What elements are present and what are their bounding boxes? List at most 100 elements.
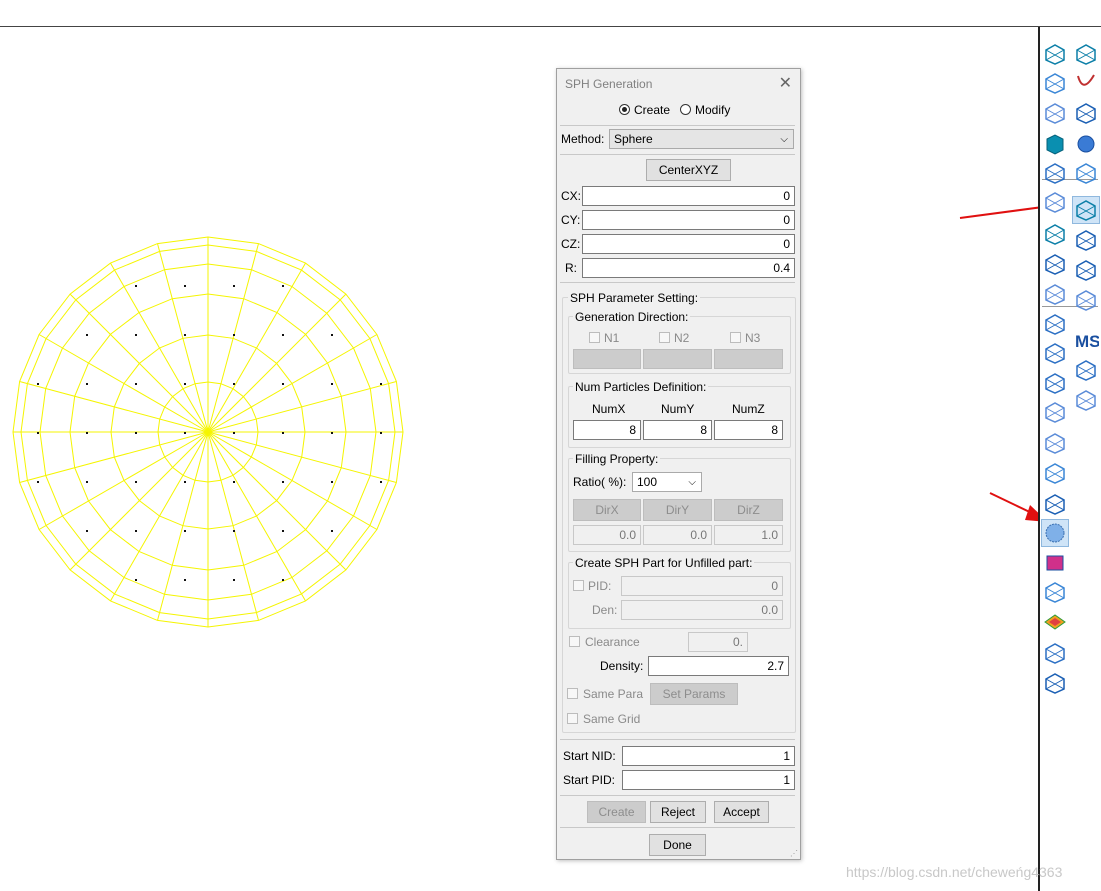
modify-radio[interactable] [680, 104, 691, 115]
sph-particle [282, 579, 284, 581]
sph-particle [331, 481, 333, 483]
same-para-checkbox[interactable] [567, 688, 578, 699]
mesh-edit-icon[interactable] [1073, 287, 1099, 313]
den-label: Den: [592, 603, 618, 617]
n3-checkbox[interactable] [730, 332, 741, 343]
same-grid-label: Same Grid [583, 712, 641, 726]
mesh-tools-icon[interactable] [1073, 257, 1099, 283]
n2-button[interactable] [643, 349, 712, 369]
diry-button[interactable]: DirY [643, 499, 712, 521]
cy-field[interactable]: 0 [582, 210, 795, 230]
sph-mesh-icon[interactable] [1072, 196, 1100, 224]
cz-field[interactable]: 0 [582, 234, 795, 254]
split-icon[interactable] [1042, 491, 1068, 517]
search-mesh-icon[interactable] [1042, 370, 1068, 396]
plane-icon[interactable] [1073, 100, 1099, 126]
node-connect-icon[interactable] [1042, 460, 1068, 486]
stethoscope-icon[interactable] [1073, 357, 1099, 383]
sph-particle [37, 383, 39, 385]
divider [560, 282, 795, 283]
svg-text:MS: MS [1075, 332, 1099, 351]
accept-button[interactable]: Accept [714, 801, 769, 823]
sph-particle [86, 383, 88, 385]
part-info-icon[interactable] [1073, 387, 1099, 413]
mesh-spoke [207, 431, 397, 483]
cube-mesh-icon[interactable] [1042, 430, 1068, 456]
tube-mesh-icon[interactable] [1042, 281, 1068, 307]
create-button[interactable]: Create [587, 801, 646, 823]
grid-mesh-icon[interactable] [1042, 100, 1068, 126]
done-button[interactable]: Done [649, 834, 706, 856]
block-mesh-icon[interactable] [1042, 251, 1068, 277]
pid-checkbox[interactable] [573, 580, 584, 591]
pencil-icon[interactable] [1042, 340, 1068, 366]
sph-particle [135, 481, 137, 483]
start-pid-field[interactable]: 1 [622, 770, 795, 790]
clearance-checkbox[interactable] [569, 636, 580, 647]
contour-icon[interactable] [1042, 609, 1068, 635]
curve-icon[interactable] [1073, 70, 1099, 96]
surface-mesh-icon[interactable] [1042, 70, 1068, 96]
graphics-viewport[interactable] [0, 27, 1038, 891]
cx-field[interactable]: 0 [582, 186, 795, 206]
mesh-spoke [38, 431, 209, 530]
solid-cube-icon[interactable] [1042, 131, 1068, 157]
dirx-button[interactable]: DirX [573, 499, 641, 521]
create-radio[interactable] [619, 104, 630, 115]
particle-block-icon[interactable] [1042, 550, 1068, 576]
mesh-spoke [69, 293, 209, 433]
vector-mesh-icon[interactable] [1042, 640, 1068, 666]
top-bar [0, 0, 1101, 27]
clearance-field[interactable]: 0. [688, 632, 748, 652]
den-field[interactable]: 0.0 [621, 600, 783, 620]
sphere-icon[interactable] [1073, 131, 1099, 157]
mesh-spoke [157, 431, 209, 621]
sph-generation-icon[interactable] [1041, 519, 1069, 547]
mesh-spoke [69, 431, 209, 571]
n3-button[interactable] [714, 349, 783, 369]
r-field[interactable]: 0.4 [582, 258, 795, 278]
sph-particle [331, 383, 333, 385]
start-nid-field[interactable]: 1 [622, 746, 795, 766]
start-nid-label: Start NID: [563, 749, 616, 763]
resize-grip-icon[interactable]: ⋰ [790, 849, 798, 858]
node-select-icon[interactable] [1042, 311, 1068, 337]
numz-field[interactable]: 8 [714, 420, 783, 440]
center-xyz-button[interactable]: CenterXYZ [646, 159, 731, 181]
set-params-button[interactable]: Set Params [650, 683, 738, 705]
diry-field[interactable]: 0.0 [643, 525, 712, 545]
method-select[interactable]: Sphere ⌵ [609, 129, 794, 149]
sph-particle [86, 334, 88, 336]
mesh-table-icon[interactable] [1073, 227, 1099, 253]
dirz-button[interactable]: DirZ [714, 499, 783, 521]
numx-field[interactable]: 8 [573, 420, 641, 440]
mesh-spoke [157, 243, 209, 433]
reject-button[interactable]: Reject [650, 801, 706, 823]
numy-field[interactable]: 8 [643, 420, 712, 440]
ratio-select[interactable]: 100 ⌵ [632, 472, 702, 492]
density-field[interactable]: 2.7 [648, 656, 789, 676]
dirx-field[interactable]: 0.0 [573, 525, 641, 545]
box-icon[interactable] [1042, 41, 1068, 67]
n2-checkbox[interactable] [659, 332, 670, 343]
n1-button[interactable] [573, 349, 641, 369]
same-grid-checkbox[interactable] [567, 713, 578, 724]
triangle-mesh-icon[interactable] [1042, 221, 1068, 247]
magnify-icon[interactable] [1073, 160, 1099, 186]
dirz-field[interactable]: 1.0 [714, 525, 783, 545]
cz-label: CZ: [561, 237, 581, 251]
spline-mesh-icon[interactable] [1042, 160, 1068, 186]
ms-label-icon[interactable]: MS [1073, 327, 1099, 353]
close-icon[interactable]: ✕ [779, 73, 792, 93]
pid-label: PID: [588, 579, 612, 593]
start-pid-label: Start PID: [563, 773, 616, 787]
fold-mesh-icon[interactable] [1042, 399, 1068, 425]
shape-mesh-icon[interactable] [1042, 670, 1068, 696]
pid-field[interactable]: 0 [621, 576, 783, 596]
node-grid-icon[interactable] [1042, 189, 1068, 215]
cx-label: CX: [561, 189, 582, 203]
ms-node-icon[interactable] [1042, 579, 1068, 605]
sph-particle [135, 432, 137, 434]
n1-checkbox[interactable] [589, 332, 600, 343]
move-box-icon[interactable] [1073, 41, 1099, 67]
